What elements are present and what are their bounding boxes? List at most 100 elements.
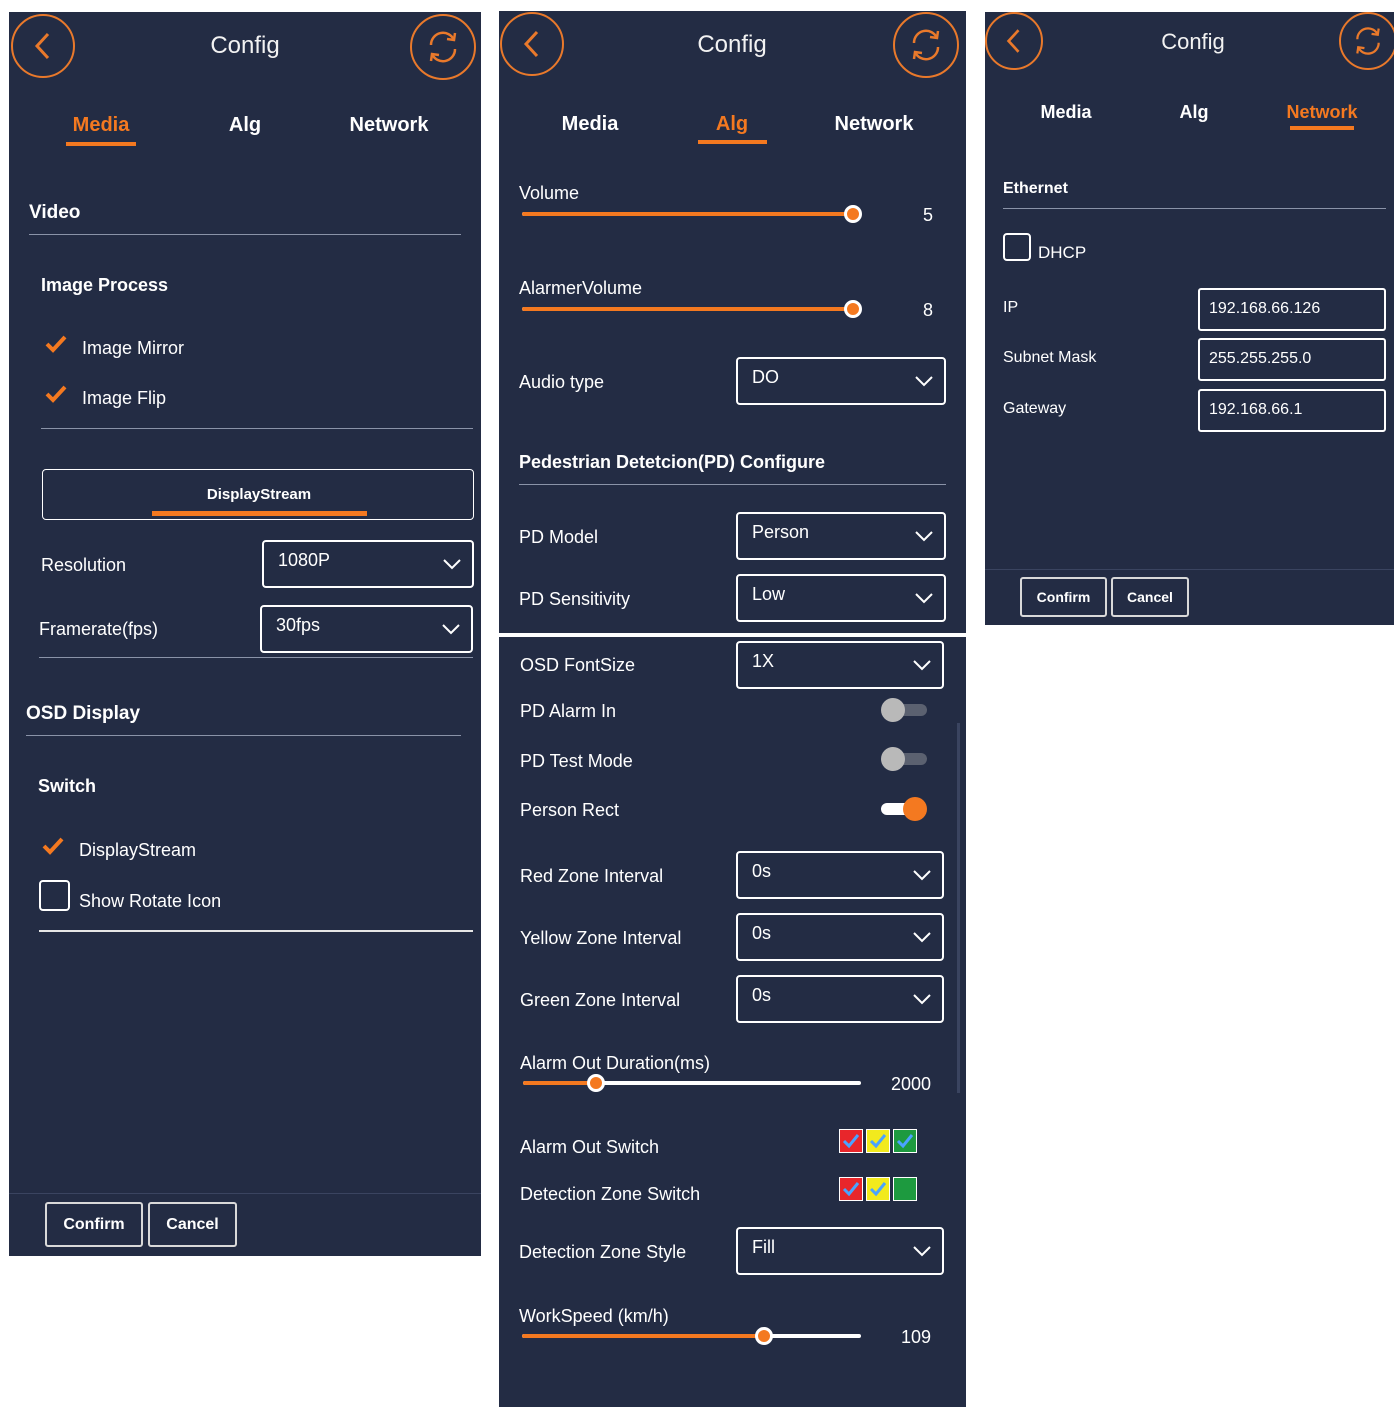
subnet-mask-value: 255.255.255.0 <box>1209 350 1312 367</box>
tab-displaystream[interactable]: DisplayStream <box>149 486 369 503</box>
alarm-out-yellow-checkbox[interactable] <box>866 1129 890 1153</box>
toggle-knob <box>881 698 905 722</box>
chevron-down-icon <box>442 624 460 635</box>
chevron-left-icon <box>523 30 539 58</box>
detection-zone-red-checkbox[interactable] <box>839 1177 863 1201</box>
detection-zone-style-select[interactable]: Fill <box>736 1227 944 1275</box>
work-speed-fill <box>522 1334 765 1338</box>
tab-media[interactable]: Media <box>550 113 630 136</box>
resolution-select[interactable]: 1080P <box>262 540 474 588</box>
work-speed-label: WorkSpeed (km/h) <box>519 1306 669 1326</box>
toggle-knob <box>903 797 927 821</box>
refresh-button[interactable] <box>1339 12 1394 70</box>
alarmer-volume-thumb[interactable] <box>844 300 862 318</box>
alarmer-volume-label: AlarmerVolume <box>519 278 643 298</box>
green-zone-value: 0s <box>752 985 772 1005</box>
back-button[interactable] <box>11 14 75 78</box>
green-zone-select[interactable]: 0s <box>736 975 944 1023</box>
show-rotate-icon-label: Show Rotate Icon <box>79 891 222 911</box>
yellow-zone-select[interactable]: 0s <box>736 913 944 961</box>
volume-thumb[interactable] <box>844 205 862 223</box>
work-speed-thumb[interactable] <box>755 1327 773 1345</box>
pd-test-mode-toggle[interactable] <box>879 746 929 772</box>
yellow-zone-value: 0s <box>752 923 772 943</box>
panel-seam <box>499 633 966 637</box>
osd-fontsize-select[interactable]: 1X <box>736 641 944 689</box>
alarm-out-green-checkbox[interactable] <box>893 1129 917 1153</box>
divider <box>1003 208 1386 209</box>
displaystream-checkbox[interactable] <box>39 832 67 860</box>
confirm-button[interactable]: Confirm <box>1020 577 1107 617</box>
image-mirror-checkbox[interactable] <box>42 330 70 358</box>
chevron-down-icon <box>915 593 933 604</box>
detection-zone-style-value: Fill <box>752 1237 775 1257</box>
divider <box>39 930 473 932</box>
gateway-label: Gateway <box>1003 400 1067 417</box>
show-rotate-icon-checkbox[interactable] <box>39 880 70 911</box>
framerate-select[interactable]: 30fps <box>260 605 473 653</box>
alarm-out-duration-fill <box>523 1081 597 1085</box>
pd-alarm-in-toggle[interactable] <box>879 697 929 723</box>
tab-media[interactable]: Media <box>1026 102 1106 123</box>
image-flip-checkbox[interactable] <box>42 380 70 408</box>
ip-input[interactable]: 192.168.66.126 <box>1198 288 1386 331</box>
network-panel: Config Media Alg Network Ethernet DHCP I… <box>985 12 1394 625</box>
person-rect-label: Person Rect <box>520 800 620 820</box>
tab-alg[interactable]: Alg <box>205 114 285 137</box>
chevron-down-icon <box>915 376 933 387</box>
chevron-down-icon <box>913 870 931 881</box>
divider <box>41 428 473 429</box>
image-process-title: Image Process <box>41 275 169 295</box>
tab-network[interactable]: Network <box>339 114 439 137</box>
page-title: Config <box>210 32 280 59</box>
divider <box>26 735 461 736</box>
chevron-down-icon <box>913 660 931 671</box>
detection-zone-green-checkbox[interactable] <box>893 1177 917 1201</box>
refresh-button[interactable] <box>410 14 476 80</box>
tab-alg[interactable]: Alg <box>692 113 772 136</box>
alarm-out-duration-thumb[interactable] <box>587 1074 605 1092</box>
tab-network[interactable]: Network <box>824 113 924 136</box>
red-zone-label: Red Zone Interval <box>520 866 664 886</box>
audio-type-select[interactable]: DO <box>736 357 946 405</box>
scrollbar[interactable] <box>957 723 960 1093</box>
pd-test-mode-label: PD Test Mode <box>520 751 633 771</box>
tab-underline <box>698 140 767 144</box>
pd-sensitivity-select[interactable]: Low <box>736 574 946 622</box>
tab-underline <box>1290 126 1354 130</box>
displaystream-label: DisplayStream <box>79 840 197 860</box>
detection-zone-switch-label: Detection Zone Switch <box>520 1184 701 1204</box>
yellow-zone-label: Yellow Zone Interval <box>520 928 682 948</box>
work-speed-value: 109 <box>900 1327 931 1347</box>
dhcp-checkbox[interactable] <box>1003 233 1031 261</box>
tab-network[interactable]: Network <box>1272 102 1372 123</box>
toggle-knob <box>881 747 905 771</box>
gateway-input[interactable]: 192.168.66.1 <box>1198 389 1386 432</box>
person-rect-toggle[interactable] <box>879 796 929 822</box>
back-button[interactable] <box>985 12 1043 70</box>
osd-fontsize-value: 1X <box>752 651 775 671</box>
back-button[interactable] <box>500 12 564 76</box>
confirm-button[interactable]: Confirm <box>45 1202 143 1247</box>
tab-media[interactable]: Media <box>61 114 141 137</box>
alarm-out-red-checkbox[interactable] <box>839 1129 863 1153</box>
red-zone-value: 0s <box>752 861 772 881</box>
chevron-down-icon <box>915 531 933 542</box>
refresh-button[interactable] <box>893 12 959 78</box>
cancel-button[interactable]: Cancel <box>148 1202 237 1247</box>
subnet-mask-input[interactable]: 255.255.255.0 <box>1198 338 1386 381</box>
dhcp-label: DHCP <box>1038 243 1087 262</box>
red-zone-select[interactable]: 0s <box>736 851 944 899</box>
audio-type-label: Audio type <box>519 372 605 392</box>
pd-sensitivity-label: PD Sensitivity <box>519 589 631 609</box>
refresh-icon <box>1356 27 1380 55</box>
detection-zone-yellow-checkbox[interactable] <box>866 1177 890 1201</box>
osd-fontsize-label: OSD FontSize <box>520 655 636 675</box>
green-zone-label: Green Zone Interval <box>520 990 681 1010</box>
divider <box>29 234 461 235</box>
image-mirror-label: Image Mirror <box>82 338 185 358</box>
tab-alg[interactable]: Alg <box>1154 102 1234 123</box>
pd-alarm-in-label: PD Alarm In <box>520 701 617 721</box>
cancel-button[interactable]: Cancel <box>1111 577 1189 617</box>
pd-model-select[interactable]: Person <box>736 512 946 560</box>
